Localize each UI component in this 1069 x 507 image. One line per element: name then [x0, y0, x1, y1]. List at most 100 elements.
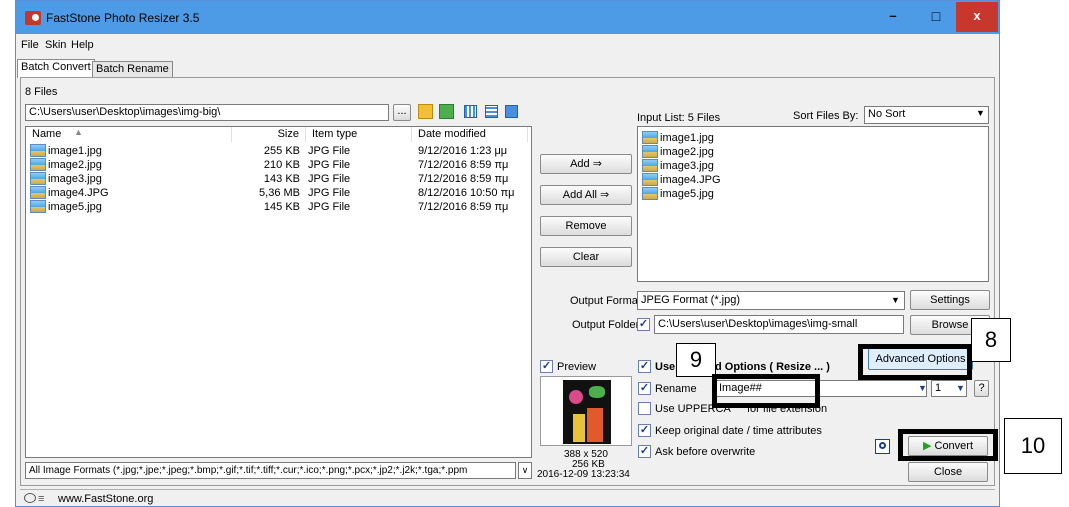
- column-header-name[interactable]: Name: [32, 127, 232, 142]
- use-advanced-label-end: d Options ( Resize ... ): [715, 361, 830, 373]
- close-window-button[interactable]: x: [956, 2, 998, 32]
- file-type: JPG File: [308, 187, 351, 199]
- column-header-date[interactable]: Date modified: [418, 127, 528, 142]
- annotation-9: 9: [676, 343, 716, 377]
- minimize-button[interactable]: –: [872, 2, 914, 32]
- output-folder-checkbox[interactable]: ✓: [637, 318, 650, 331]
- keep-date-label: Keep original date / time attributes: [655, 425, 822, 437]
- output-folder-input[interactable]: C:\Users\user\Desktop\images\img-small: [654, 315, 904, 334]
- website-link[interactable]: www.FastStone.org: [58, 493, 153, 505]
- rename-checkbox[interactable]: ✓: [638, 382, 651, 395]
- image-file-icon: [642, 159, 658, 172]
- image-file-icon: [642, 131, 658, 144]
- remove-button[interactable]: Remove: [540, 216, 632, 236]
- file-name: image4.JPG: [48, 187, 109, 199]
- ask-overwrite-label: Ask before overwrite: [655, 446, 756, 458]
- file-name: image5.jpg: [48, 201, 102, 213]
- app-window: FastStone Photo Resizer 3.5 – □ x File S…: [15, 0, 1000, 507]
- output-folder-label: Output Folder:: [572, 319, 643, 331]
- file-date: 7/12/2016 8:59 πμ: [418, 159, 509, 171]
- file-size: 210 KB: [263, 159, 300, 171]
- separator-icon: ≡: [38, 493, 45, 505]
- add-button[interactable]: Add ⇒: [540, 154, 632, 174]
- input-item-name: image4.JPG: [660, 174, 721, 186]
- preview-label: Preview: [557, 361, 597, 373]
- rename-label: Rename: [655, 383, 697, 395]
- file-type: JPG File: [308, 173, 351, 185]
- file-type: JPG File: [308, 201, 351, 213]
- add-all-button[interactable]: Add All ⇒: [540, 185, 632, 205]
- image-file-icon: [30, 200, 46, 213]
- sort-files-label: Sort Files By:: [793, 110, 859, 122]
- close-button[interactable]: Close: [908, 462, 988, 482]
- settings-button[interactable]: Settings: [910, 290, 990, 310]
- column-header-type[interactable]: Item type: [312, 127, 412, 142]
- browse-path-button[interactable]: ...: [393, 104, 411, 121]
- file-type: JPG File: [308, 159, 351, 171]
- menu-skin[interactable]: Skin: [45, 39, 66, 51]
- annotation-8: 8: [971, 318, 1011, 362]
- globe-icon: [24, 493, 36, 503]
- keep-date-checkbox[interactable]: ✓: [638, 424, 651, 437]
- folder-up-icon[interactable]: [418, 104, 433, 119]
- menu-file[interactable]: File: [21, 39, 39, 51]
- image-file-icon: [642, 173, 658, 186]
- preview-image: [563, 380, 611, 444]
- window-title: FastStone Photo Resizer 3.5: [46, 11, 200, 25]
- help-button[interactable]: ?: [974, 380, 989, 397]
- source-path-input[interactable]: C:\Users\user\Desktop\images\img-big\: [25, 104, 389, 121]
- filter-dropdown-arrow[interactable]: ∨: [518, 462, 532, 479]
- list-view-icon[interactable]: [485, 105, 498, 118]
- image-file-icon: [30, 186, 46, 199]
- input-file-list[interactable]: image1.jpg image2.jpg image3.jpg image4.…: [637, 126, 989, 282]
- app-logo-icon: [25, 11, 41, 25]
- image-file-icon: [642, 187, 658, 200]
- file-browser-list[interactable]: Name ▲ Size Item type Date modified imag…: [25, 126, 532, 458]
- input-item-name: image5.jpg: [660, 188, 714, 200]
- use-advanced-checkbox[interactable]: ✓: [638, 360, 651, 373]
- input-item-name: image1.jpg: [660, 132, 714, 144]
- image-file-icon: [30, 144, 46, 157]
- output-format-select[interactable]: JPEG Format (*.jpg): [637, 291, 905, 310]
- output-format-label: Output Format:: [570, 295, 644, 307]
- file-date: 9/12/2016 1:23 μμ: [418, 145, 508, 157]
- use-advanced-label-start: Use: [655, 361, 676, 373]
- maximize-button[interactable]: □: [915, 2, 957, 32]
- tab-batch-convert[interactable]: Batch Convert: [17, 59, 95, 78]
- annotation-10-highlight: [898, 429, 998, 461]
- file-date: 7/12/2016 8:59 πμ: [418, 201, 509, 213]
- column-header-size[interactable]: Size: [236, 127, 306, 142]
- annotation-9-highlight: [712, 374, 820, 408]
- image-file-icon: [642, 145, 658, 158]
- input-item-name: image3.jpg: [660, 160, 714, 172]
- file-filter-select[interactable]: All Image Formats (*.jpg;*.jpe;*.jpeg;*.…: [25, 462, 516, 479]
- input-item-name: image2.jpg: [660, 146, 714, 158]
- refresh-folder-icon[interactable]: [439, 104, 454, 119]
- uppercase-checkbox[interactable]: ✓: [638, 402, 651, 415]
- file-name: image3.jpg: [48, 173, 102, 185]
- spin-down-icon[interactable]: ▼: [956, 383, 965, 393]
- preview-checkbox[interactable]: ✓: [540, 360, 553, 373]
- menu-bar: File Skin Help: [16, 34, 999, 56]
- clear-button[interactable]: Clear: [540, 247, 632, 267]
- image-file-icon: [30, 158, 46, 171]
- thumbnails-view-icon[interactable]: [464, 105, 477, 118]
- file-size: 145 KB: [263, 201, 300, 213]
- title-bar: FastStone Photo Resizer 3.5 – □ x: [16, 1, 999, 34]
- input-list-label: Input List: 5 Files: [637, 112, 721, 124]
- file-date: 8/12/2016 10:50 πμ: [418, 187, 515, 199]
- preview-thumbnail: [540, 376, 632, 446]
- file-type: JPG File: [308, 145, 351, 157]
- file-date: 7/12/2016 8:59 πμ: [418, 173, 509, 185]
- preview-datetime: 2016-12-09 13:23:34: [537, 469, 630, 480]
- preview-search-icon[interactable]: [875, 439, 890, 454]
- sort-files-select[interactable]: No Sort: [864, 106, 989, 124]
- sort-arrow-icon: ▲: [74, 127, 83, 137]
- menu-help[interactable]: Help: [71, 39, 94, 51]
- annotation-10: 10: [1004, 418, 1062, 474]
- details-view-icon[interactable]: [505, 105, 518, 118]
- ask-overwrite-checkbox[interactable]: ✓: [638, 445, 651, 458]
- file-name: image2.jpg: [48, 159, 102, 171]
- tab-batch-rename[interactable]: Batch Rename: [92, 61, 173, 78]
- file-count: 8 Files: [25, 86, 58, 98]
